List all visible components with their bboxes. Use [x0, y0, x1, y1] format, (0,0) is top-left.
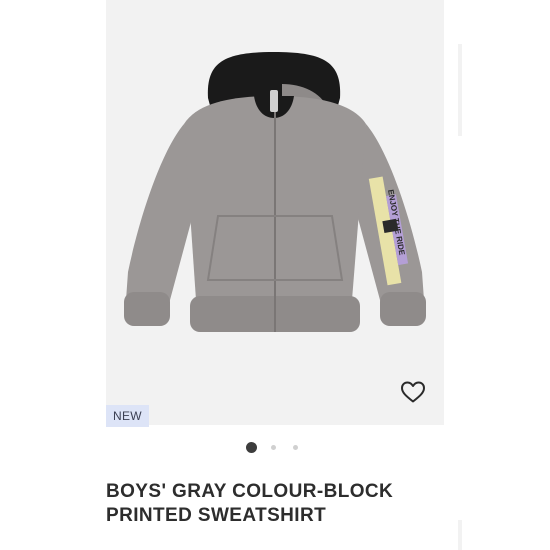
hoodie-illustration: ENJOY THE RIDE — [124, 52, 426, 332]
product-title: BOYS' GRAY COLOUR-BLOCK PRINTED SWEATSHI… — [106, 481, 394, 526]
pagination-dot-3[interactable] — [293, 445, 298, 450]
new-badge: NEW — [106, 405, 149, 427]
pagination-dot-2[interactable] — [271, 445, 276, 450]
next-image-peek-bottom — [458, 520, 462, 550]
pagination-dot-1[interactable] — [246, 442, 257, 453]
next-image-peek[interactable] — [458, 44, 462, 136]
product-image[interactable]: ENJOY THE RIDE — [106, 0, 444, 425]
heart-outline-icon[interactable] — [400, 380, 426, 404]
